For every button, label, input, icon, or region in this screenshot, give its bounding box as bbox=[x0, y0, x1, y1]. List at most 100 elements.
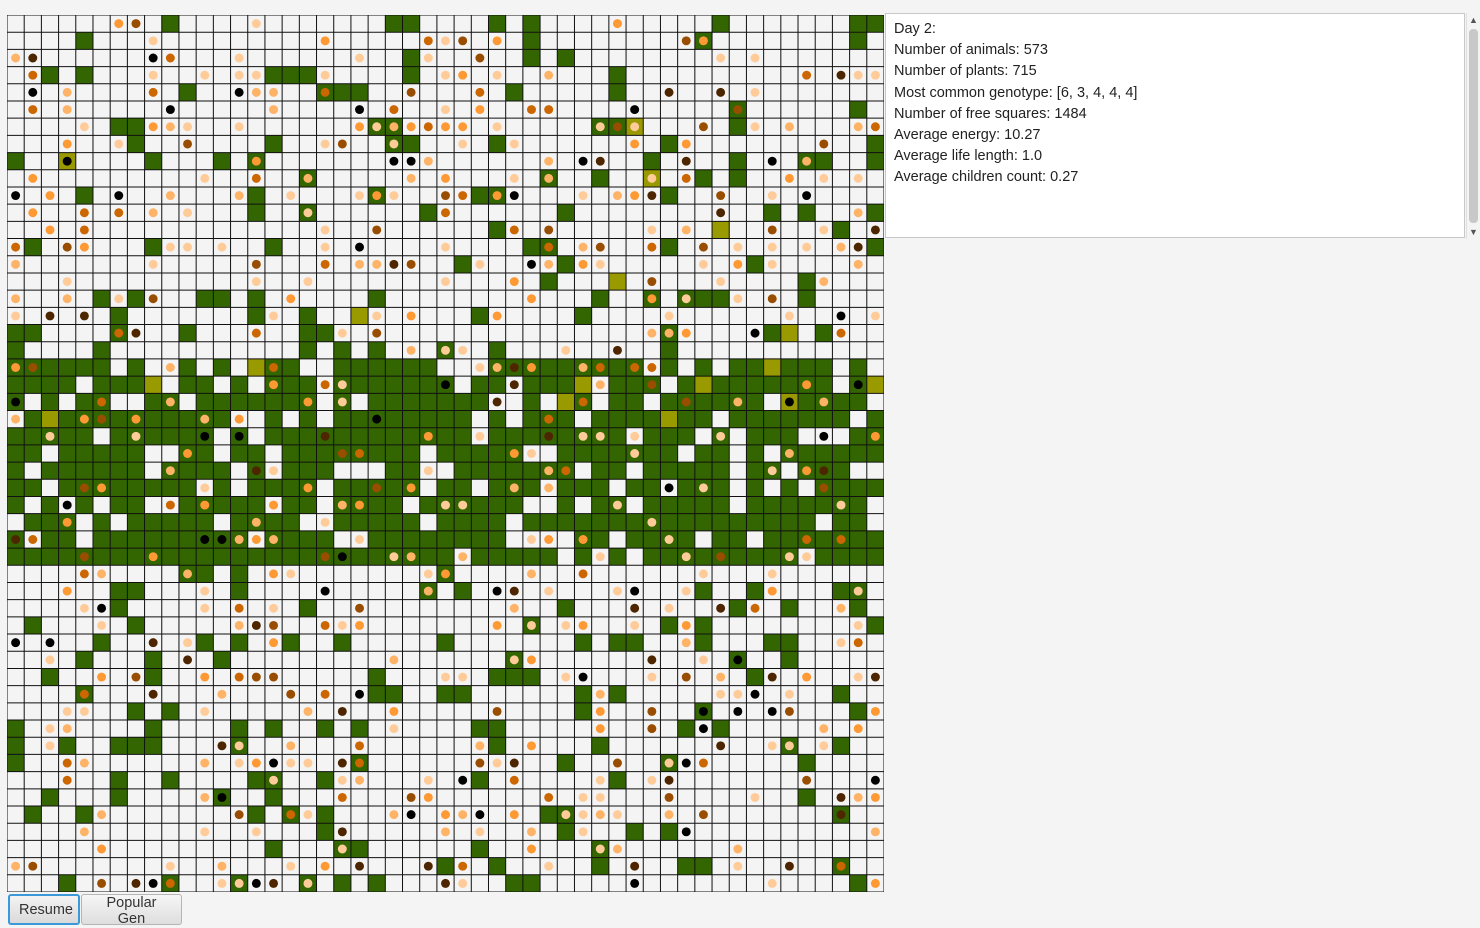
animal[interactable] bbox=[234, 535, 244, 544]
animal[interactable] bbox=[355, 53, 364, 63]
animal[interactable] bbox=[269, 380, 279, 390]
animal[interactable] bbox=[28, 53, 38, 63]
animal[interactable] bbox=[595, 689, 605, 699]
animal[interactable] bbox=[97, 844, 107, 854]
animal[interactable] bbox=[733, 397, 743, 407]
animal[interactable] bbox=[802, 380, 812, 390]
animal[interactable] bbox=[578, 535, 588, 544]
animal[interactable] bbox=[836, 603, 846, 613]
animal[interactable] bbox=[251, 156, 261, 166]
animal[interactable] bbox=[441, 208, 450, 218]
animal[interactable] bbox=[234, 620, 244, 630]
animal[interactable] bbox=[664, 810, 674, 820]
animal[interactable] bbox=[595, 431, 605, 441]
animal[interactable] bbox=[630, 431, 640, 441]
animal[interactable] bbox=[337, 449, 347, 458]
animal[interactable] bbox=[561, 810, 571, 820]
animal[interactable] bbox=[509, 449, 519, 458]
animal[interactable] bbox=[303, 173, 313, 183]
animal[interactable] bbox=[458, 139, 468, 149]
animal[interactable] bbox=[286, 191, 296, 201]
animal[interactable] bbox=[664, 311, 674, 321]
animal[interactable] bbox=[750, 328, 760, 338]
animal[interactable] bbox=[458, 878, 468, 888]
animal[interactable] bbox=[148, 259, 158, 269]
animal[interactable] bbox=[836, 70, 846, 80]
scroll-up-arrow-icon[interactable]: ▲ bbox=[1467, 13, 1480, 27]
animal[interactable] bbox=[716, 208, 726, 218]
animal[interactable] bbox=[647, 517, 657, 527]
animal[interactable] bbox=[767, 569, 777, 579]
animal[interactable] bbox=[784, 173, 794, 183]
animal[interactable] bbox=[79, 758, 89, 768]
animal[interactable] bbox=[681, 173, 691, 183]
animal[interactable] bbox=[355, 259, 364, 269]
animal[interactable] bbox=[509, 277, 519, 287]
animal[interactable] bbox=[492, 706, 502, 716]
animal[interactable] bbox=[544, 173, 554, 183]
animal[interactable] bbox=[612, 500, 622, 510]
animal[interactable] bbox=[802, 242, 812, 252]
animal[interactable] bbox=[62, 156, 72, 166]
animal[interactable] bbox=[819, 139, 829, 149]
animal[interactable] bbox=[681, 36, 691, 46]
animal[interactable] bbox=[784, 311, 794, 321]
animal[interactable] bbox=[251, 70, 261, 80]
animal[interactable] bbox=[79, 689, 89, 699]
animal[interactable] bbox=[733, 861, 743, 871]
animal[interactable] bbox=[750, 603, 760, 613]
animal[interactable] bbox=[836, 861, 846, 871]
animal[interactable] bbox=[200, 414, 210, 424]
animal[interactable] bbox=[578, 191, 588, 201]
animal[interactable] bbox=[475, 810, 485, 820]
animal[interactable] bbox=[750, 792, 760, 802]
animal[interactable] bbox=[251, 466, 261, 476]
animal[interactable] bbox=[612, 810, 622, 820]
animal[interactable] bbox=[269, 535, 279, 544]
animal[interactable] bbox=[148, 122, 158, 132]
animal[interactable] bbox=[595, 844, 605, 854]
animal[interactable] bbox=[11, 294, 21, 304]
animal[interactable] bbox=[630, 105, 640, 115]
animal[interactable] bbox=[114, 19, 124, 29]
animal[interactable] bbox=[320, 87, 330, 97]
animal[interactable] bbox=[647, 173, 657, 183]
animal[interactable] bbox=[372, 414, 382, 424]
animal[interactable] bbox=[217, 741, 227, 751]
animal[interactable] bbox=[79, 311, 89, 321]
animal[interactable] bbox=[355, 191, 364, 201]
animal[interactable] bbox=[406, 156, 416, 166]
animal[interactable] bbox=[337, 792, 347, 802]
animal[interactable] bbox=[45, 741, 55, 751]
animal[interactable] bbox=[784, 741, 794, 751]
animal[interactable] bbox=[802, 552, 812, 562]
animal[interactable] bbox=[251, 878, 261, 888]
animal[interactable] bbox=[716, 277, 726, 287]
scroll-down-arrow-icon[interactable]: ▼ bbox=[1467, 225, 1480, 239]
animal[interactable] bbox=[234, 603, 244, 613]
animal[interactable] bbox=[11, 311, 21, 321]
animal[interactable] bbox=[372, 328, 382, 338]
animal[interactable] bbox=[527, 449, 536, 458]
animal[interactable] bbox=[612, 122, 622, 132]
animal[interactable] bbox=[716, 603, 726, 613]
animal[interactable] bbox=[492, 363, 502, 372]
animal[interactable] bbox=[561, 620, 571, 630]
animal[interactable] bbox=[148, 294, 158, 304]
animal[interactable] bbox=[200, 672, 210, 682]
animal[interactable] bbox=[303, 397, 313, 407]
animal[interactable] bbox=[527, 620, 536, 630]
animal[interactable] bbox=[286, 758, 296, 768]
animal[interactable] bbox=[750, 87, 760, 97]
animal[interactable] bbox=[544, 466, 554, 476]
animal[interactable] bbox=[389, 259, 399, 269]
animal[interactable] bbox=[337, 552, 347, 562]
animal[interactable] bbox=[62, 706, 72, 716]
animal[interactable] bbox=[62, 586, 72, 596]
animal[interactable] bbox=[784, 689, 794, 699]
animal[interactable] bbox=[423, 156, 433, 166]
animal[interactable] bbox=[612, 19, 622, 29]
animal[interactable] bbox=[681, 672, 691, 682]
animal[interactable] bbox=[630, 122, 640, 132]
animal[interactable] bbox=[355, 105, 364, 115]
